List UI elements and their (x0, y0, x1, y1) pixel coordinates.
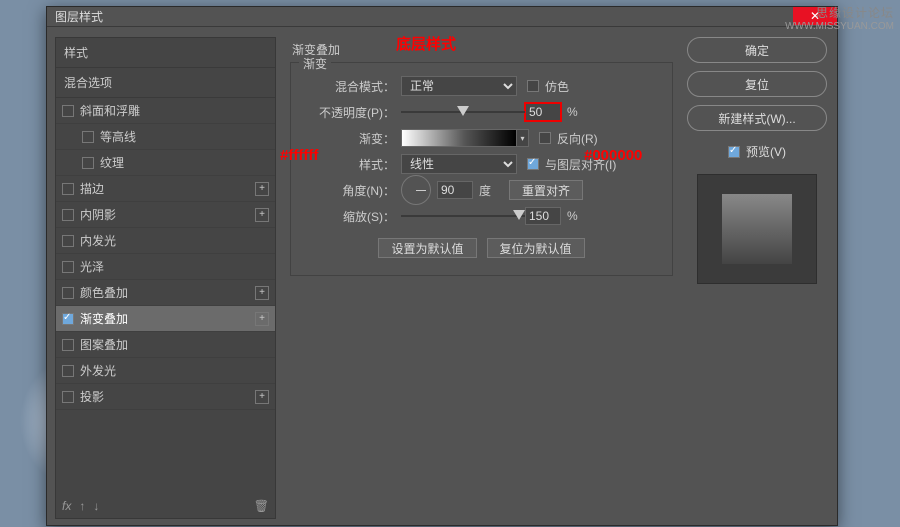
preview-box (697, 174, 817, 284)
cancel-button[interactable]: 复位 (687, 71, 827, 97)
reset-align-button[interactable]: 重置对齐 (509, 180, 583, 200)
angle-input[interactable] (437, 181, 473, 199)
style-item-checkbox[interactable] (62, 183, 74, 195)
scale-suffix: % (567, 209, 578, 223)
style-item-checkbox[interactable] (62, 261, 74, 273)
gradient-label: 渐变： (297, 130, 395, 147)
scale-label: 缩放(S)： (297, 208, 395, 225)
style-item-checkbox[interactable] (62, 105, 74, 117)
blend-mode-label: 混合模式： (297, 78, 395, 95)
style-item[interactable]: 等高线 (56, 124, 275, 150)
style-item-label: 纹理 (100, 154, 124, 171)
style-item-checkbox[interactable] (62, 365, 74, 377)
fx-icon[interactable]: fx (62, 499, 71, 513)
preview-swatch (722, 194, 792, 264)
blend-mode-select[interactable]: 正常 (401, 76, 517, 96)
plus-icon[interactable]: + (255, 182, 269, 196)
style-item-label: 外发光 (80, 362, 116, 379)
plus-icon[interactable]: + (255, 208, 269, 222)
style-item-label: 渐变叠加 (80, 310, 128, 327)
style-select[interactable]: 线性 (401, 154, 517, 174)
titlebar[interactable]: 图层样式 ✕ (47, 7, 837, 27)
gradient-dropdown[interactable]: ▾ (517, 129, 529, 147)
style-item-label: 颜色叠加 (80, 284, 128, 301)
dither-checkbox[interactable] (527, 80, 539, 92)
style-item-label: 光泽 (80, 258, 104, 275)
style-item[interactable]: 外发光 (56, 358, 275, 384)
style-item-label: 图案叠加 (80, 336, 128, 353)
align-checkbox[interactable] (527, 158, 539, 170)
style-item-label: 投影 (80, 388, 104, 405)
style-item-checkbox[interactable] (62, 313, 74, 325)
style-item[interactable]: 斜面和浮雕 (56, 98, 275, 124)
layer-style-dialog: 图层样式 ✕ 样式 混合选项 斜面和浮雕等高线纹理描边 + 内阴影 + 内发光光泽颜色叠… (46, 6, 838, 526)
blend-options-header[interactable]: 混合选项 (56, 68, 275, 98)
style-item[interactable]: 光泽 (56, 254, 275, 280)
section-title: 渐变叠加 (292, 41, 675, 58)
style-label: 样式： (297, 156, 395, 173)
style-item[interactable]: 渐变叠加 + (56, 306, 275, 332)
style-item-checkbox[interactable] (62, 391, 74, 403)
opacity-slider[interactable] (401, 105, 525, 119)
style-item-checkbox[interactable] (62, 339, 74, 351)
style-item[interactable]: 描边 + (56, 176, 275, 202)
opacity-suffix: % (567, 105, 578, 119)
new-style-button[interactable]: 新建样式(W)... (687, 105, 827, 131)
style-item-checkbox[interactable] (62, 235, 74, 247)
plus-icon[interactable]: + (255, 390, 269, 404)
scale-slider[interactable] (401, 209, 525, 223)
style-item-label: 等高线 (100, 128, 136, 145)
reverse-label: 反向(R) (557, 130, 598, 147)
dialog-title: 图层样式 (55, 8, 103, 25)
angle-dial[interactable] (401, 175, 431, 205)
dither-label: 仿色 (545, 78, 569, 95)
style-item-checkbox[interactable] (82, 157, 94, 169)
styles-header[interactable]: 样式 (56, 38, 275, 68)
scale-input[interactable] (525, 207, 561, 225)
trash-icon[interactable]: 🗑 (254, 499, 269, 513)
set-default-button[interactable]: 设置为默认值 (378, 238, 476, 258)
style-item-label: 斜面和浮雕 (80, 102, 140, 119)
style-item[interactable]: 投影 + (56, 384, 275, 410)
angle-label: 角度(N)： (297, 182, 395, 199)
style-item-checkbox[interactable] (62, 209, 74, 221)
align-label: 与图层对齐(I) (545, 156, 616, 173)
style-item[interactable]: 颜色叠加 + (56, 280, 275, 306)
style-item[interactable]: 内阴影 + (56, 202, 275, 228)
style-item-label: 内阴影 (80, 206, 116, 223)
style-item[interactable]: 图案叠加 (56, 332, 275, 358)
reset-default-button[interactable]: 复位为默认值 (487, 238, 585, 258)
preview-label: 预览(V) (746, 143, 786, 160)
style-item[interactable]: 纹理 (56, 150, 275, 176)
list-footer: fx ↑ ↓ 🗑 (56, 494, 275, 518)
ok-button[interactable]: 确定 (687, 37, 827, 63)
watermark: 思缘设计论坛 WWW.MISSYUAN.COM (785, 4, 894, 32)
arrow-up-icon[interactable]: ↑ (79, 499, 85, 513)
style-item-checkbox[interactable] (62, 287, 74, 299)
angle-suffix: 度 (479, 182, 491, 199)
opacity-input[interactable] (525, 103, 561, 121)
style-item-checkbox[interactable] (82, 131, 94, 143)
opacity-label: 不透明度(P)： (297, 104, 395, 121)
fieldset-legend: 渐变 (299, 55, 331, 72)
styles-list: 样式 混合选项 斜面和浮雕等高线纹理描边 + 内阴影 + 内发光光泽颜色叠加 + 渐变叠加 +… (55, 37, 276, 519)
arrow-down-icon[interactable]: ↓ (93, 499, 99, 513)
gradient-preview[interactable] (401, 129, 517, 147)
reverse-checkbox[interactable] (539, 132, 551, 144)
style-item-label: 内发光 (80, 232, 116, 249)
plus-icon[interactable]: + (255, 286, 269, 300)
preview-checkbox[interactable] (728, 146, 740, 158)
style-item-label: 描边 (80, 180, 104, 197)
plus-icon[interactable]: + (255, 312, 269, 326)
style-item[interactable]: 内发光 (56, 228, 275, 254)
